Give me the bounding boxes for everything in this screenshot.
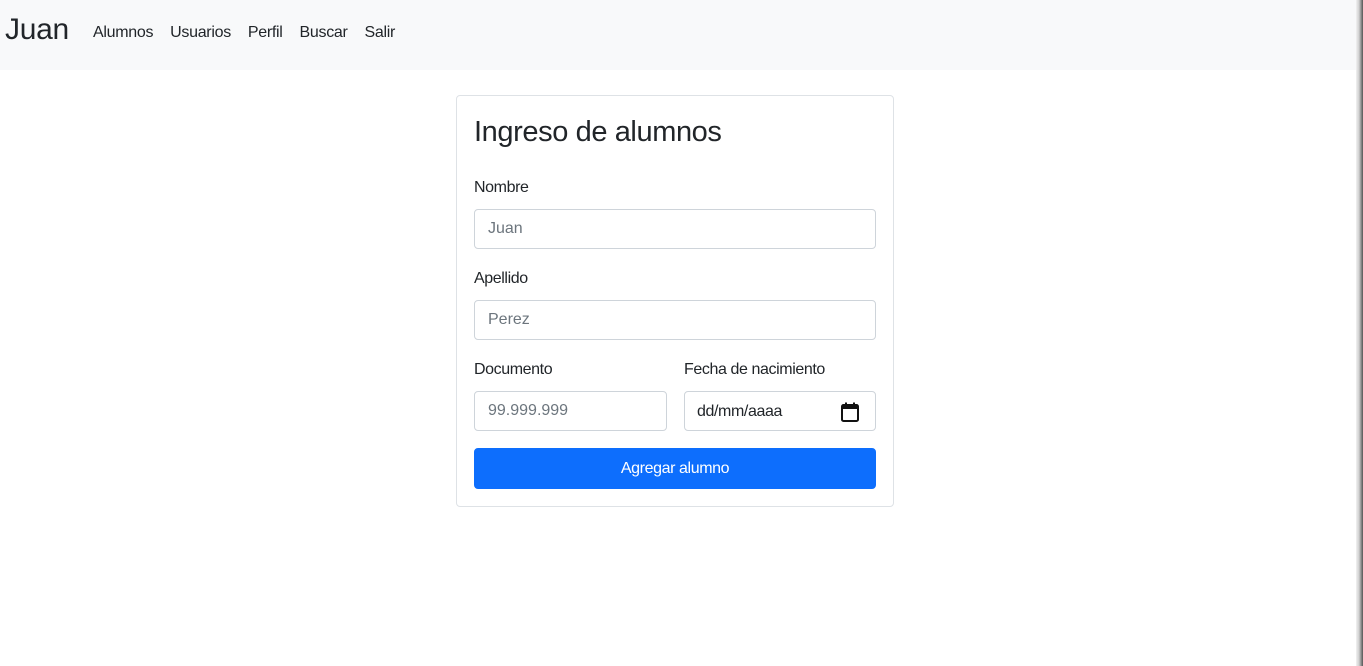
nombre-label: Nombre — [474, 179, 529, 196]
documento-input[interactable] — [474, 391, 667, 431]
nav-link-usuarios[interactable]: Usuarios — [170, 22, 231, 44]
nav-link-alumnos[interactable]: Alumnos — [93, 22, 153, 44]
documento-label: Documento — [474, 361, 553, 378]
student-form-card: Ingreso de alumnos Nombre Apellido Docum… — [456, 95, 894, 507]
calendar-icon[interactable] — [841, 402, 859, 422]
apellido-label: Apellido — [474, 270, 528, 287]
window-edge — [1356, 0, 1363, 666]
apellido-input[interactable] — [474, 300, 876, 340]
nav-link-salir[interactable]: Salir — [365, 22, 396, 44]
navbar-brand[interactable]: Juan — [5, 12, 69, 48]
navbar: Juan Alumnos Usuarios Perfil Buscar Sali… — [0, 0, 1356, 70]
nombre-input[interactable] — [474, 209, 876, 249]
form-title: Ingreso de alumnos — [474, 116, 722, 148]
fecha-nacimiento-label: Fecha de nacimiento — [684, 361, 825, 378]
nav-link-buscar[interactable]: Buscar — [300, 22, 348, 44]
agregar-alumno-button[interactable]: Agregar alumno — [474, 448, 876, 489]
fecha-nacimiento-input[interactable]: dd/mm/aaaa — [684, 391, 876, 431]
date-placeholder: dd/mm/aaaa — [697, 403, 782, 420]
nav-links: Alumnos Usuarios Perfil Buscar Salir — [93, 22, 412, 44]
nav-link-perfil[interactable]: Perfil — [248, 22, 283, 44]
